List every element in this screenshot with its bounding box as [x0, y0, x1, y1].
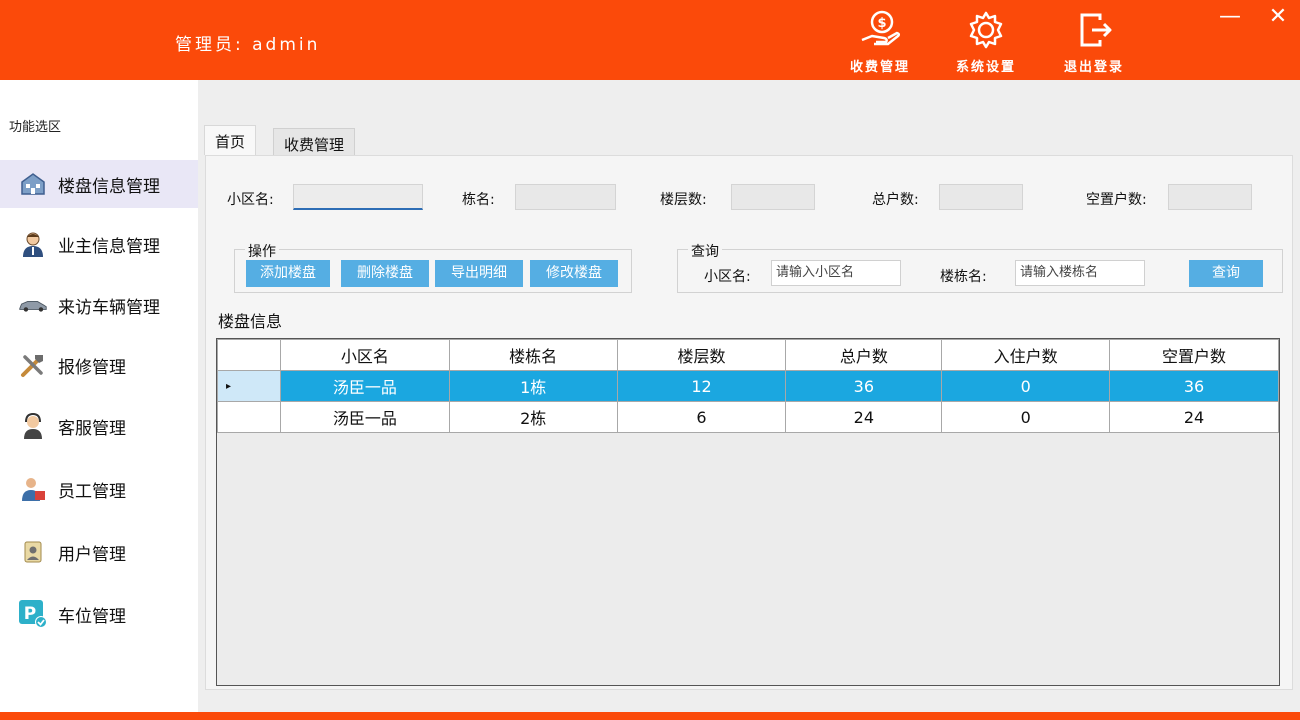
sidebar-item-user[interactable]: 用户管理 — [0, 528, 198, 576]
table-title: 楼盘信息 — [218, 312, 283, 331]
sidebar-title: 功能选区 — [9, 120, 62, 135]
column-header[interactable]: 空置户数 — [1109, 339, 1279, 371]
sidebar-item-staff[interactable]: 员工管理 — [0, 465, 198, 513]
tools-icon — [18, 350, 48, 380]
bottom-bar — [0, 712, 1300, 720]
gear-icon — [969, 11, 1003, 49]
sidebar-item-label: 报修管理 — [58, 357, 126, 378]
sidebar-item-label: 客服管理 — [58, 418, 126, 439]
sidebar-item-building[interactable]: 楼盘信息管理 — [0, 160, 198, 208]
sidebar-item-visitor-car[interactable]: 来访车辆管理 — [0, 281, 198, 329]
table-cell[interactable]: 36 — [1109, 370, 1279, 402]
money-hand-icon: $ — [861, 10, 901, 46]
floors-field[interactable] — [731, 184, 815, 210]
minimize-button[interactable]: — — [1213, 2, 1247, 32]
vacant-label: 空置户数: — [1086, 192, 1147, 208]
column-header[interactable]: 入住户数 — [941, 339, 1111, 371]
sidebar-item-customer-service[interactable]: 客服管理 — [0, 402, 198, 450]
table-row[interactable]: ▸ 汤臣一品 1栋 12 36 0 36 — [217, 370, 1279, 402]
query-community-label: 小区名: — [704, 269, 751, 285]
table-cell[interactable]: 2栋 — [448, 401, 618, 433]
logout-label: 退出登录 — [1063, 60, 1124, 75]
sidebar-item-parking[interactable]: P 车位管理 — [0, 590, 198, 638]
table-cell[interactable]: 6 — [616, 401, 787, 433]
owner-icon — [18, 229, 48, 259]
floors-label: 楼层数: — [660, 192, 707, 208]
table-cell[interactable]: 36 — [785, 370, 943, 402]
sidebar-item-owner[interactable]: 业主信息管理 — [0, 220, 198, 268]
row-selector[interactable]: ▸ — [217, 370, 281, 402]
table-cell[interactable]: 24 — [785, 401, 943, 433]
title-bar: 管理员: admin $ 收费管理 系统设置 退出登录 — ✕ — [0, 0, 1300, 80]
query-button[interactable]: 查询 — [1189, 260, 1263, 287]
user-icon — [18, 537, 48, 567]
staff-icon — [18, 474, 48, 504]
table-cell[interactable]: 0 — [941, 370, 1111, 402]
sidebar-item-label: 用户管理 — [58, 544, 126, 565]
column-header[interactable]: 楼栋名 — [448, 339, 618, 371]
building-icon — [18, 169, 48, 199]
households-field[interactable] — [939, 184, 1023, 210]
households-label: 总户数: — [872, 192, 919, 208]
sidebar: 功能选区 楼盘信息管理 业主信息管理 来访车辆管理 报修管理 客服管理 员工管理… — [0, 80, 198, 712]
sidebar-item-label: 楼盘信息管理 — [58, 176, 160, 197]
building-field[interactable] — [515, 184, 616, 210]
tab-fee-management[interactable]: 收费管理 — [273, 128, 356, 156]
operations-title: 操作 — [245, 241, 279, 261]
query-building-input[interactable]: 请输入楼栋名 — [1015, 260, 1145, 286]
query-community-input[interactable]: 请输入小区名 — [771, 260, 901, 286]
query-title: 查询 — [688, 241, 722, 261]
logout-icon — [1080, 13, 1112, 47]
row-selector[interactable] — [217, 401, 281, 433]
table-cell[interactable]: 汤臣一品 — [279, 401, 450, 433]
building-table: 小区名 楼栋名 楼层数 总户数 入住户数 空置户数 ▸ 汤臣一品 1栋 12 3… — [216, 338, 1280, 686]
sidebar-item-label: 员工管理 — [58, 481, 126, 502]
building-label: 栋名: — [462, 192, 495, 208]
table-cell[interactable]: 12 — [616, 370, 787, 402]
system-settings-button[interactable]: 系统设置 — [944, 10, 1028, 75]
query-building-label: 楼栋名: — [940, 269, 987, 285]
sidebar-item-label: 来访车辆管理 — [58, 297, 160, 318]
system-settings-label: 系统设置 — [955, 60, 1016, 75]
edit-building-button[interactable]: 修改楼盘 — [530, 260, 618, 287]
table-cell[interactable]: 24 — [1109, 401, 1279, 433]
sidebar-item-label: 车位管理 — [58, 606, 126, 627]
sidebar-item-label: 业主信息管理 — [58, 236, 160, 257]
fee-management-button[interactable]: $ 收费管理 — [838, 10, 922, 75]
column-header[interactable]: 小区名 — [279, 339, 450, 371]
parking-icon: P — [18, 599, 48, 629]
tab-home[interactable]: 首页 — [204, 125, 257, 155]
service-icon — [18, 411, 48, 441]
operations-group: 操作 添加楼盘 删除楼盘 导出明细 修改楼盘 — [234, 241, 632, 293]
table-cell[interactable]: 1栋 — [448, 370, 618, 402]
admin-label: 管理员: admin — [175, 35, 321, 55]
export-details-button[interactable]: 导出明细 — [435, 260, 523, 287]
car-icon — [18, 290, 48, 320]
column-header[interactable]: 楼层数 — [616, 339, 787, 371]
table-cell[interactable]: 汤臣一品 — [279, 370, 450, 402]
table-row[interactable]: 汤臣一品 2栋 6 24 0 24 — [217, 401, 1279, 433]
sidebar-item-repair[interactable]: 报修管理 — [0, 341, 198, 389]
delete-building-button[interactable]: 删除楼盘 — [341, 260, 429, 287]
svg-text:P: P — [24, 604, 36, 624]
column-header[interactable]: 总户数 — [785, 339, 943, 371]
row-header-cell — [217, 339, 281, 371]
vacant-field[interactable] — [1168, 184, 1252, 210]
svg-text:$: $ — [877, 16, 886, 31]
community-field[interactable] — [293, 184, 423, 210]
community-label: 小区名: — [227, 192, 274, 208]
table-cell[interactable]: 0 — [941, 401, 1111, 433]
close-button[interactable]: ✕ — [1261, 2, 1295, 32]
logout-button[interactable]: 退出登录 — [1052, 10, 1136, 75]
table-header-row: 小区名 楼栋名 楼层数 总户数 入住户数 空置户数 — [217, 339, 1279, 371]
fee-management-label: 收费管理 — [849, 60, 910, 75]
add-building-button[interactable]: 添加楼盘 — [246, 260, 330, 287]
query-group: 查询 小区名: 请输入小区名 楼栋名: 请输入楼栋名 查询 — [677, 241, 1283, 293]
